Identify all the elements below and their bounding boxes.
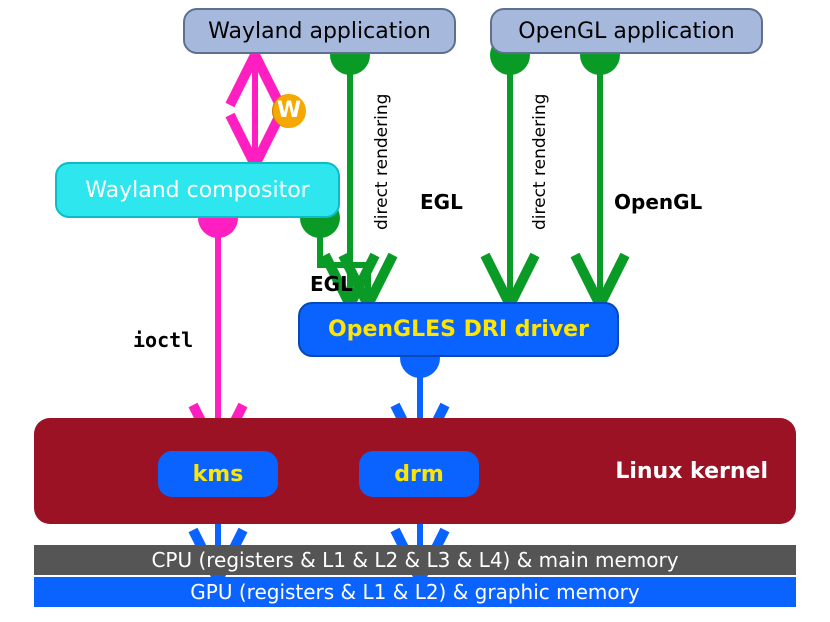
label-direct-rendering-right: direct rendering: [530, 94, 550, 230]
label-ioctl: ioctl: [133, 328, 193, 352]
label-egl-compositor: EGL: [310, 272, 353, 296]
wayland-logo-icon: W: [272, 94, 306, 128]
bar-cpu-memory: CPU (registers & L1 & L2 & L3 & L4) & ma…: [34, 545, 796, 575]
box-wayland-application: Wayland application: [183, 8, 456, 54]
box-opengles-dri-driver: OpenGLES DRI driver: [298, 302, 619, 357]
box-kms: kms: [158, 451, 278, 497]
box-opengl-application: OpenGL application: [490, 8, 763, 54]
label-linux-kernel: Linux kernel: [615, 459, 768, 484]
label-opengl: OpenGL: [614, 190, 702, 214]
box-wayland-compositor: Wayland compositor: [55, 162, 340, 218]
label-direct-rendering-left: direct rendering: [372, 94, 392, 230]
bar-gpu-memory: GPU (registers & L1 & L2) & graphic memo…: [34, 577, 796, 607]
box-drm: drm: [359, 451, 479, 497]
label-egl-middle: EGL: [420, 190, 463, 214]
